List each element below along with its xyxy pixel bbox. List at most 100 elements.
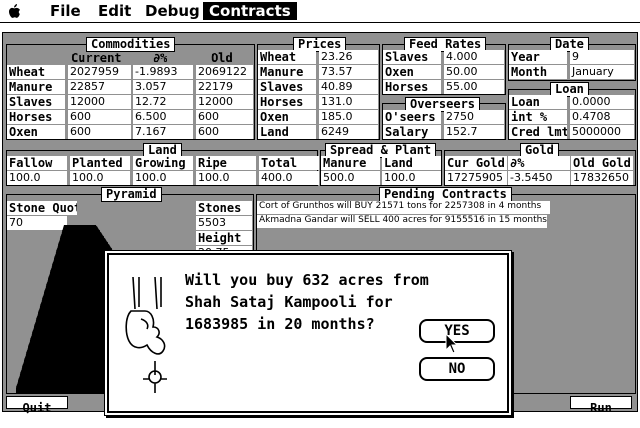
- run-button[interactable]: Run: [570, 396, 632, 414]
- land-header: Planted: [70, 156, 130, 170]
- land-value: 100.0: [133, 171, 193, 185]
- price-label: Manure: [258, 65, 316, 79]
- gold-header: ∂%: [508, 156, 570, 170]
- spread-plant-value[interactable]: 500.0: [321, 171, 380, 185]
- commodity-label: Wheat: [7, 65, 65, 79]
- feed-rate-label: Horses: [383, 80, 441, 94]
- overseer-label: Salary: [383, 125, 441, 139]
- no-label: NO: [448, 361, 466, 377]
- menu-bar: File Edit Debug Contracts: [0, 0, 640, 23]
- menu-edit[interactable]: Edit: [92, 2, 137, 20]
- loan-value: 0.4708: [570, 110, 634, 124]
- commodity-current-value: 22857: [68, 80, 131, 94]
- dialog-message-line: 1683985 in 20 months?: [185, 315, 375, 333]
- commodity-old-value: 22179: [196, 80, 253, 94]
- commodity-current-value: 2027959: [68, 65, 131, 79]
- commodities-header-current: Current: [71, 51, 122, 65]
- commodities-header-old: Old: [211, 51, 233, 65]
- spread-plant-value[interactable]: 100.0: [382, 171, 441, 185]
- commodity-current-value: 12000: [68, 95, 131, 109]
- loan-label: Loan: [509, 95, 567, 109]
- price-value: 23.26: [319, 50, 378, 64]
- commodity-label: Horses: [7, 110, 65, 124]
- gold-value: -3.5450: [508, 171, 570, 185]
- pending-contract-line[interactable]: Cort of Grunthos will BUY 21571 tons for…: [257, 201, 550, 214]
- feed-rate-value[interactable]: 50.00: [444, 65, 504, 79]
- date-value: 9: [570, 50, 634, 64]
- commodity-delta-value: 12.72: [133, 95, 193, 109]
- price-label: Slaves: [258, 80, 316, 94]
- commodity-delta-value: 3.057: [133, 80, 193, 94]
- commodity-current-value: 600: [68, 125, 131, 139]
- overseer-value: 152.7: [444, 125, 504, 139]
- gold-value: 17832650: [571, 171, 633, 185]
- gold-value: 17275905: [445, 171, 507, 185]
- price-value: 73.57: [319, 65, 378, 79]
- price-value: 40.89: [319, 80, 378, 94]
- commodity-old-value: 600: [196, 125, 253, 139]
- commodity-delta-value: 6.500: [133, 110, 193, 124]
- game-screen: File Edit Debug Contracts Commodities Cu…: [0, 0, 640, 428]
- land-value: 100.0: [7, 171, 67, 185]
- height-label: Height: [196, 231, 252, 245]
- loan-label: int %: [509, 110, 567, 124]
- commodity-label: Manure: [7, 80, 65, 94]
- pyramid-drawing: [16, 225, 116, 393]
- spread-plant-header: Manure: [321, 156, 380, 170]
- gold-header: Cur Gold: [445, 156, 507, 170]
- loan-value[interactable]: 0.0000: [570, 95, 634, 109]
- feed-rate-label: Oxen: [383, 65, 441, 79]
- menu-debug[interactable]: Debug: [139, 2, 206, 20]
- feed-rate-value[interactable]: 55.00: [444, 80, 504, 94]
- commodity-label: Slaves: [7, 95, 65, 109]
- land-value: 100.0: [196, 171, 256, 185]
- price-label: Horses: [258, 95, 316, 109]
- land-value: 100.0: [70, 171, 130, 185]
- stones-value: 5503: [196, 216, 252, 230]
- price-label: Wheat: [258, 50, 316, 64]
- commodity-old-value: 12000: [196, 95, 253, 109]
- feed-rate-label: Slaves: [383, 50, 441, 64]
- price-label: Oxen: [258, 110, 316, 124]
- price-value: 185.0: [319, 110, 378, 124]
- mouse-pointer-icon: [445, 333, 459, 354]
- no-button[interactable]: NO: [419, 357, 495, 381]
- run-label: Run: [590, 401, 612, 415]
- dialog-message-line: Will you buy 632 acres from: [185, 271, 429, 289]
- apple-menu-icon[interactable]: [8, 3, 22, 19]
- quit-label: Quit: [22, 401, 52, 415]
- commodity-old-value: 600: [196, 110, 253, 124]
- land-header: Fallow: [7, 156, 67, 170]
- quit-button[interactable]: Quit: [6, 396, 68, 414]
- price-value: 6249: [319, 125, 378, 139]
- feed-rate-value[interactable]: 4.000: [444, 50, 504, 64]
- commodity-old-value: 2069122: [196, 65, 253, 79]
- commodity-current-value: 600: [68, 110, 131, 124]
- pyramid-title: Pyramid: [101, 187, 162, 202]
- land-header: Growing: [133, 156, 193, 170]
- menu-file[interactable]: File: [44, 2, 87, 20]
- date-label: Month: [509, 65, 567, 79]
- land-value: 400.0: [259, 171, 319, 185]
- stone-quota-label: Stone Quota: [7, 201, 77, 215]
- loan-label: Cred lmt: [509, 125, 567, 139]
- pending-contracts-title: Pending Contracts: [379, 187, 512, 202]
- merchant-icon: [125, 276, 167, 393]
- commodities-header-delta: ∂%: [153, 51, 168, 65]
- commodities-title: Commodities: [86, 37, 176, 52]
- commodity-delta-value: 7.167: [133, 125, 193, 139]
- dialog-message-line: Shah Sataj Kampooli for: [185, 293, 393, 311]
- land-header: Total: [259, 156, 319, 170]
- overseer-value[interactable]: 2750: [444, 110, 504, 124]
- price-label: Land: [258, 125, 316, 139]
- gold-header: Old Gold: [571, 156, 633, 170]
- spread-plant-header: Land: [382, 156, 441, 170]
- commodity-delta-value: -1.9893: [133, 65, 193, 79]
- price-value: 131.0: [319, 95, 378, 109]
- contract-dialog: Will you buy 632 acres from Shah Sataj K…: [104, 250, 512, 416]
- commodity-label: Oxen: [7, 125, 65, 139]
- stones-label: Stones: [196, 201, 252, 215]
- menu-contracts[interactable]: Contracts: [203, 2, 297, 20]
- pending-contract-line[interactable]: Akmadna Gandar will SELL 400 acres for 9…: [257, 215, 547, 228]
- overseer-label: O'seers: [383, 110, 441, 124]
